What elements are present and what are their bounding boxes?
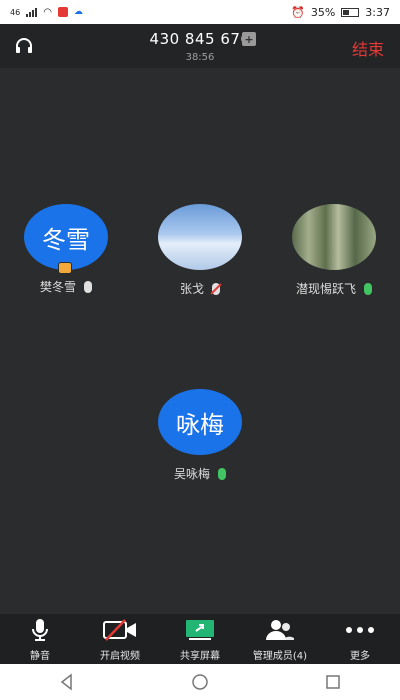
- meeting-id: 430 845 676: [149, 30, 251, 48]
- clock: 3:37: [365, 5, 390, 19]
- avatar: [292, 204, 376, 270]
- share-screen-icon: [185, 617, 215, 643]
- participant-tile[interactable]: 潜现惕跃飞: [284, 204, 384, 297]
- mic-icon: [218, 467, 226, 480]
- video-off-icon: [103, 617, 137, 643]
- battery-icon: [341, 7, 360, 17]
- participant-name: 樊冬雪: [39, 280, 76, 294]
- participant-tile[interactable]: 冬雪 樊冬雪: [16, 204, 116, 295]
- wifi-icon: ◠: [43, 6, 52, 18]
- status-right: ⏰ 35% 3:37: [291, 6, 390, 19]
- avatar: 咏梅: [158, 389, 242, 455]
- participant-name: 潜现惕跃飞: [295, 282, 356, 296]
- mic-icon: [84, 280, 92, 293]
- mute-button[interactable]: 静音: [0, 617, 80, 662]
- participant-label: 潜现惕跃飞: [284, 280, 384, 297]
- more-label: 更多: [350, 650, 370, 662]
- participant-name: 张戈: [179, 282, 204, 296]
- meeting-toolbar: 静音 开启视频 共享屏幕 管理成员(4) 更多: [0, 614, 400, 664]
- host-badge-icon: [58, 262, 72, 274]
- meeting-header: 430 845 676 + 38:56 结束: [0, 24, 400, 68]
- alarm-icon: ⏰: [291, 5, 305, 19]
- manage-members-button[interactable]: 管理成员(4): [240, 617, 320, 662]
- status-bar: 46 ◠ ☁ ⏰ 35% 3:37: [0, 0, 400, 24]
- participant-name: 吴咏梅: [173, 467, 210, 481]
- participant-tile[interactable]: 咏梅 吴咏梅: [150, 389, 250, 482]
- participant-label: 吴咏梅: [150, 465, 250, 482]
- participant-label: 张戈: [150, 280, 250, 297]
- network-type-text: 46: [10, 7, 21, 17]
- end-meeting-button[interactable]: 结束: [352, 36, 384, 60]
- meeting-timer: 38:56: [185, 52, 215, 63]
- home-icon[interactable]: [190, 672, 210, 692]
- share-screen-button[interactable]: 共享屏幕: [160, 617, 240, 662]
- shield-icon[interactable]: +: [242, 32, 256, 46]
- more-icon: [345, 617, 375, 643]
- avatar: [158, 204, 242, 270]
- start-video-label: 开启视频: [100, 650, 140, 662]
- participant-label: 樊冬雪: [16, 278, 116, 295]
- recording-mic-icon: [57, 7, 68, 17]
- share-screen-label: 共享屏幕: [180, 650, 220, 662]
- cloud-icon: ☁: [73, 7, 83, 17]
- status-left: 46 ◠ ☁: [10, 7, 83, 18]
- more-button[interactable]: 更多: [320, 617, 400, 662]
- mic-icon: [31, 617, 49, 643]
- mic-muted-icon: [212, 282, 220, 295]
- battery-percent: 35%: [310, 5, 336, 19]
- system-nav-bar: [0, 664, 400, 700]
- mute-label: 静音: [30, 650, 50, 662]
- avatar-text: 咏梅: [176, 410, 224, 439]
- avatar: 冬雪: [24, 204, 108, 270]
- mic-icon: [364, 282, 372, 295]
- signal-icon: [26, 7, 38, 17]
- recents-icon[interactable]: [323, 672, 343, 692]
- members-icon: [265, 617, 295, 643]
- start-video-button[interactable]: 开启视频: [80, 617, 160, 662]
- manage-members-label: 管理成员(4): [252, 650, 308, 662]
- avatar-text: 冬雪: [42, 225, 90, 254]
- back-icon[interactable]: [57, 672, 77, 692]
- participant-tile[interactable]: 张戈: [150, 204, 250, 297]
